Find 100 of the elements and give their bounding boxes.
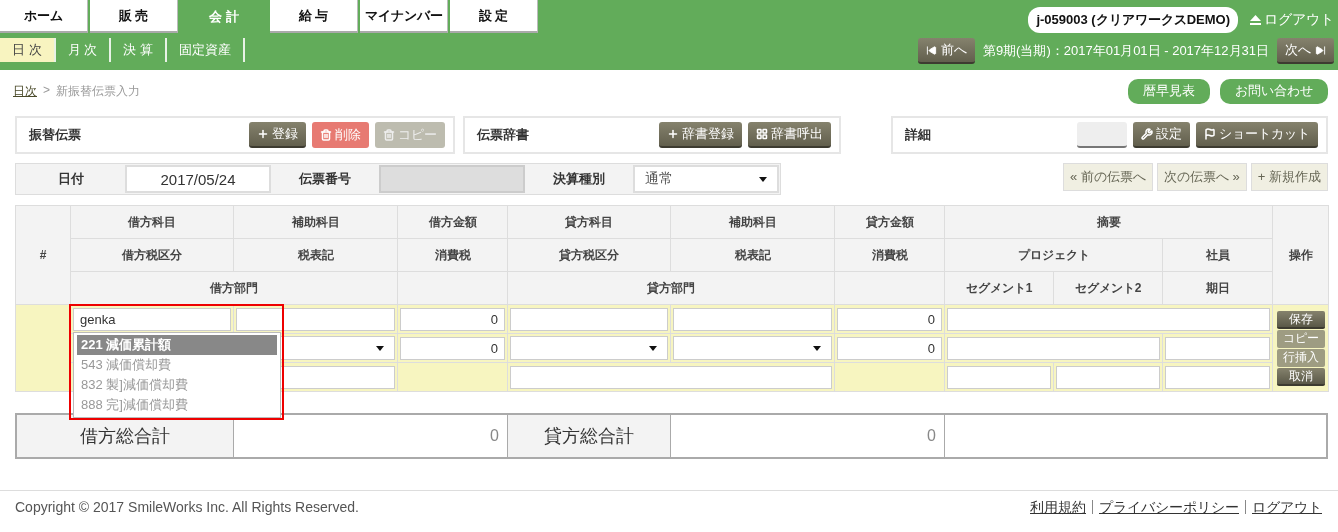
voucher-number-field[interactable] <box>379 165 525 193</box>
sub-tab[interactable]: 固定資産 <box>166 38 245 62</box>
input-field[interactable] <box>1165 336 1270 360</box>
column-header: セグメント2 <box>1053 271 1163 305</box>
sub-tab[interactable]: 月 次 <box>55 38 112 62</box>
breadcrumb-separator: > <box>43 82 50 99</box>
flag-icon <box>1204 128 1216 140</box>
previous-period-button[interactable]: 前へ <box>917 38 975 64</box>
input-field[interactable] <box>1056 365 1160 389</box>
grid-icon <box>755 128 768 140</box>
input-field[interactable] <box>947 365 1051 389</box>
column-header: 貸方部門 <box>507 271 835 305</box>
field-label: 伝票番号 <box>297 170 352 188</box>
sub-tab[interactable]: 決 算 <box>111 38 167 62</box>
panel-title: 詳細 <box>904 126 931 144</box>
input-field[interactable] <box>1165 365 1270 389</box>
wrench-icon <box>1141 128 1153 140</box>
amount-field[interactable]: 0 <box>400 307 505 331</box>
column-header: 補助科目 <box>670 205 835 239</box>
column-header: 貸方税区分 <box>507 238 671 272</box>
column-header: プロジェクト <box>944 238 1163 272</box>
toolbar-button[interactable]: 辞書登録 <box>658 122 742 148</box>
row-action-button[interactable]: 取消 <box>1276 367 1325 386</box>
main-tab[interactable]: 給 与 <box>270 0 358 33</box>
column-header: 消費税 <box>397 238 508 272</box>
suggestion-item[interactable]: 832 製]減価償却費 <box>77 374 277 395</box>
account-input[interactable]: genka <box>73 307 231 331</box>
caret-icon <box>376 345 384 351</box>
column-header: 摘要 <box>944 205 1273 239</box>
caret-icon <box>649 345 657 351</box>
column-header: 補助科目 <box>233 205 398 239</box>
header-button[interactable]: お問い合わせ <box>1220 78 1328 104</box>
column-header: 消費税 <box>834 238 945 272</box>
footer-link[interactable]: プライバシーポリシー <box>1092 500 1245 514</box>
column-header: 期日 <box>1162 271 1273 305</box>
main-tab[interactable]: ホーム <box>0 0 88 33</box>
header-button[interactable]: 暦早見表 <box>1128 78 1210 104</box>
panel-title: 振替伝票 <box>29 126 81 144</box>
period-text: 第9期(当期)：2017年01月01日 - 2017年12月31日 <box>982 42 1269 60</box>
toolbar-button[interactable]: 辞書呼出 <box>747 122 831 148</box>
next-period-button[interactable]: 次へ <box>1277 38 1334 64</box>
toolbar-button[interactable]: 設定 <box>1133 122 1190 148</box>
skip-forward-icon <box>1315 44 1326 56</box>
toolbar-button[interactable]: ショートカット <box>1196 122 1318 148</box>
select-field[interactable] <box>510 336 668 360</box>
main-tab[interactable]: マイナンバー <box>360 0 448 33</box>
suggestion-item[interactable]: 221 減価累計額 <box>77 334 277 355</box>
type-select[interactable]: 通常 <box>633 165 779 193</box>
column-header: # <box>15 205 71 305</box>
input-field[interactable] <box>236 307 395 331</box>
caret-icon <box>759 176 767 182</box>
column-header: 借方部門 <box>70 271 398 305</box>
column-header: 借方科目 <box>70 205 234 239</box>
field-label: 日付 <box>57 170 85 188</box>
total-value: 0 <box>671 415 945 457</box>
suggestion-item[interactable]: 888 完]減価償却費 <box>77 394 277 415</box>
row-action-button[interactable]: 保存 <box>1276 310 1325 329</box>
column-header: 税表記 <box>670 238 835 272</box>
plus-icon <box>257 128 270 140</box>
total-label: 貸方総合計 <box>508 415 671 457</box>
input-field[interactable] <box>510 365 832 389</box>
voucher-nav-button[interactable]: + 新規作成 <box>1250 163 1328 191</box>
blank-button[interactable] <box>1077 122 1127 148</box>
eject-icon <box>1250 15 1261 25</box>
input-field[interactable] <box>947 336 1160 360</box>
plus-icon <box>666 128 679 140</box>
date-field[interactable]: 2017/05/24 <box>125 165 271 193</box>
select-field[interactable] <box>673 336 832 360</box>
column-header: 借方金額 <box>397 205 508 239</box>
toolbar-button[interactable]: 削除 <box>312 122 370 148</box>
caret-icon <box>813 345 821 351</box>
main-tab[interactable]: 設 定 <box>450 0 538 33</box>
toolbar-button[interactable]: 登録 <box>249 122 307 148</box>
tax-field[interactable]: 0 <box>837 336 942 360</box>
input-field[interactable] <box>947 307 1270 331</box>
input-field[interactable] <box>510 307 668 331</box>
logout-link[interactable]: ログアウト <box>1250 11 1334 29</box>
trash-icon <box>320 129 333 141</box>
user-badge: j-059003 (クリアワークスDEMO) <box>1028 7 1238 33</box>
column-header: セグメント1 <box>944 271 1054 305</box>
footer-link[interactable]: 利用規約 <box>1024 500 1092 514</box>
amount-field[interactable]: 0 <box>837 307 942 331</box>
voucher-nav-button[interactable]: 次の伝票へ » <box>1156 163 1247 191</box>
panel-title: 伝票辞書 <box>477 126 530 144</box>
column-header: 操作 <box>1272 205 1329 305</box>
breadcrumb-link[interactable]: 日次 <box>13 82 37 100</box>
voucher-nav-button[interactable]: « 前の伝票へ <box>1063 163 1153 191</box>
sub-tab[interactable]: 日 次 <box>0 38 56 62</box>
suggestion-item[interactable]: 543 減価償却費 <box>77 354 277 375</box>
breadcrumb-current: 新振替伝票入力 <box>56 82 140 100</box>
copyright-text: Copyright © 2017 SmileWorks Inc. All Rights Reserved. <box>15 499 359 515</box>
main-tab[interactable]: 販 売 <box>90 0 178 33</box>
column-header: 借方税区分 <box>70 238 234 272</box>
input-field[interactable] <box>673 307 832 331</box>
field-label: 決算種別 <box>552 170 606 188</box>
column-header: 社員 <box>1162 238 1273 272</box>
tax-field[interactable]: 0 <box>400 336 505 360</box>
trash-icon <box>383 129 396 141</box>
footer-link[interactable]: ログアウト <box>1245 500 1328 514</box>
column-header: 貸方科目 <box>507 205 671 239</box>
